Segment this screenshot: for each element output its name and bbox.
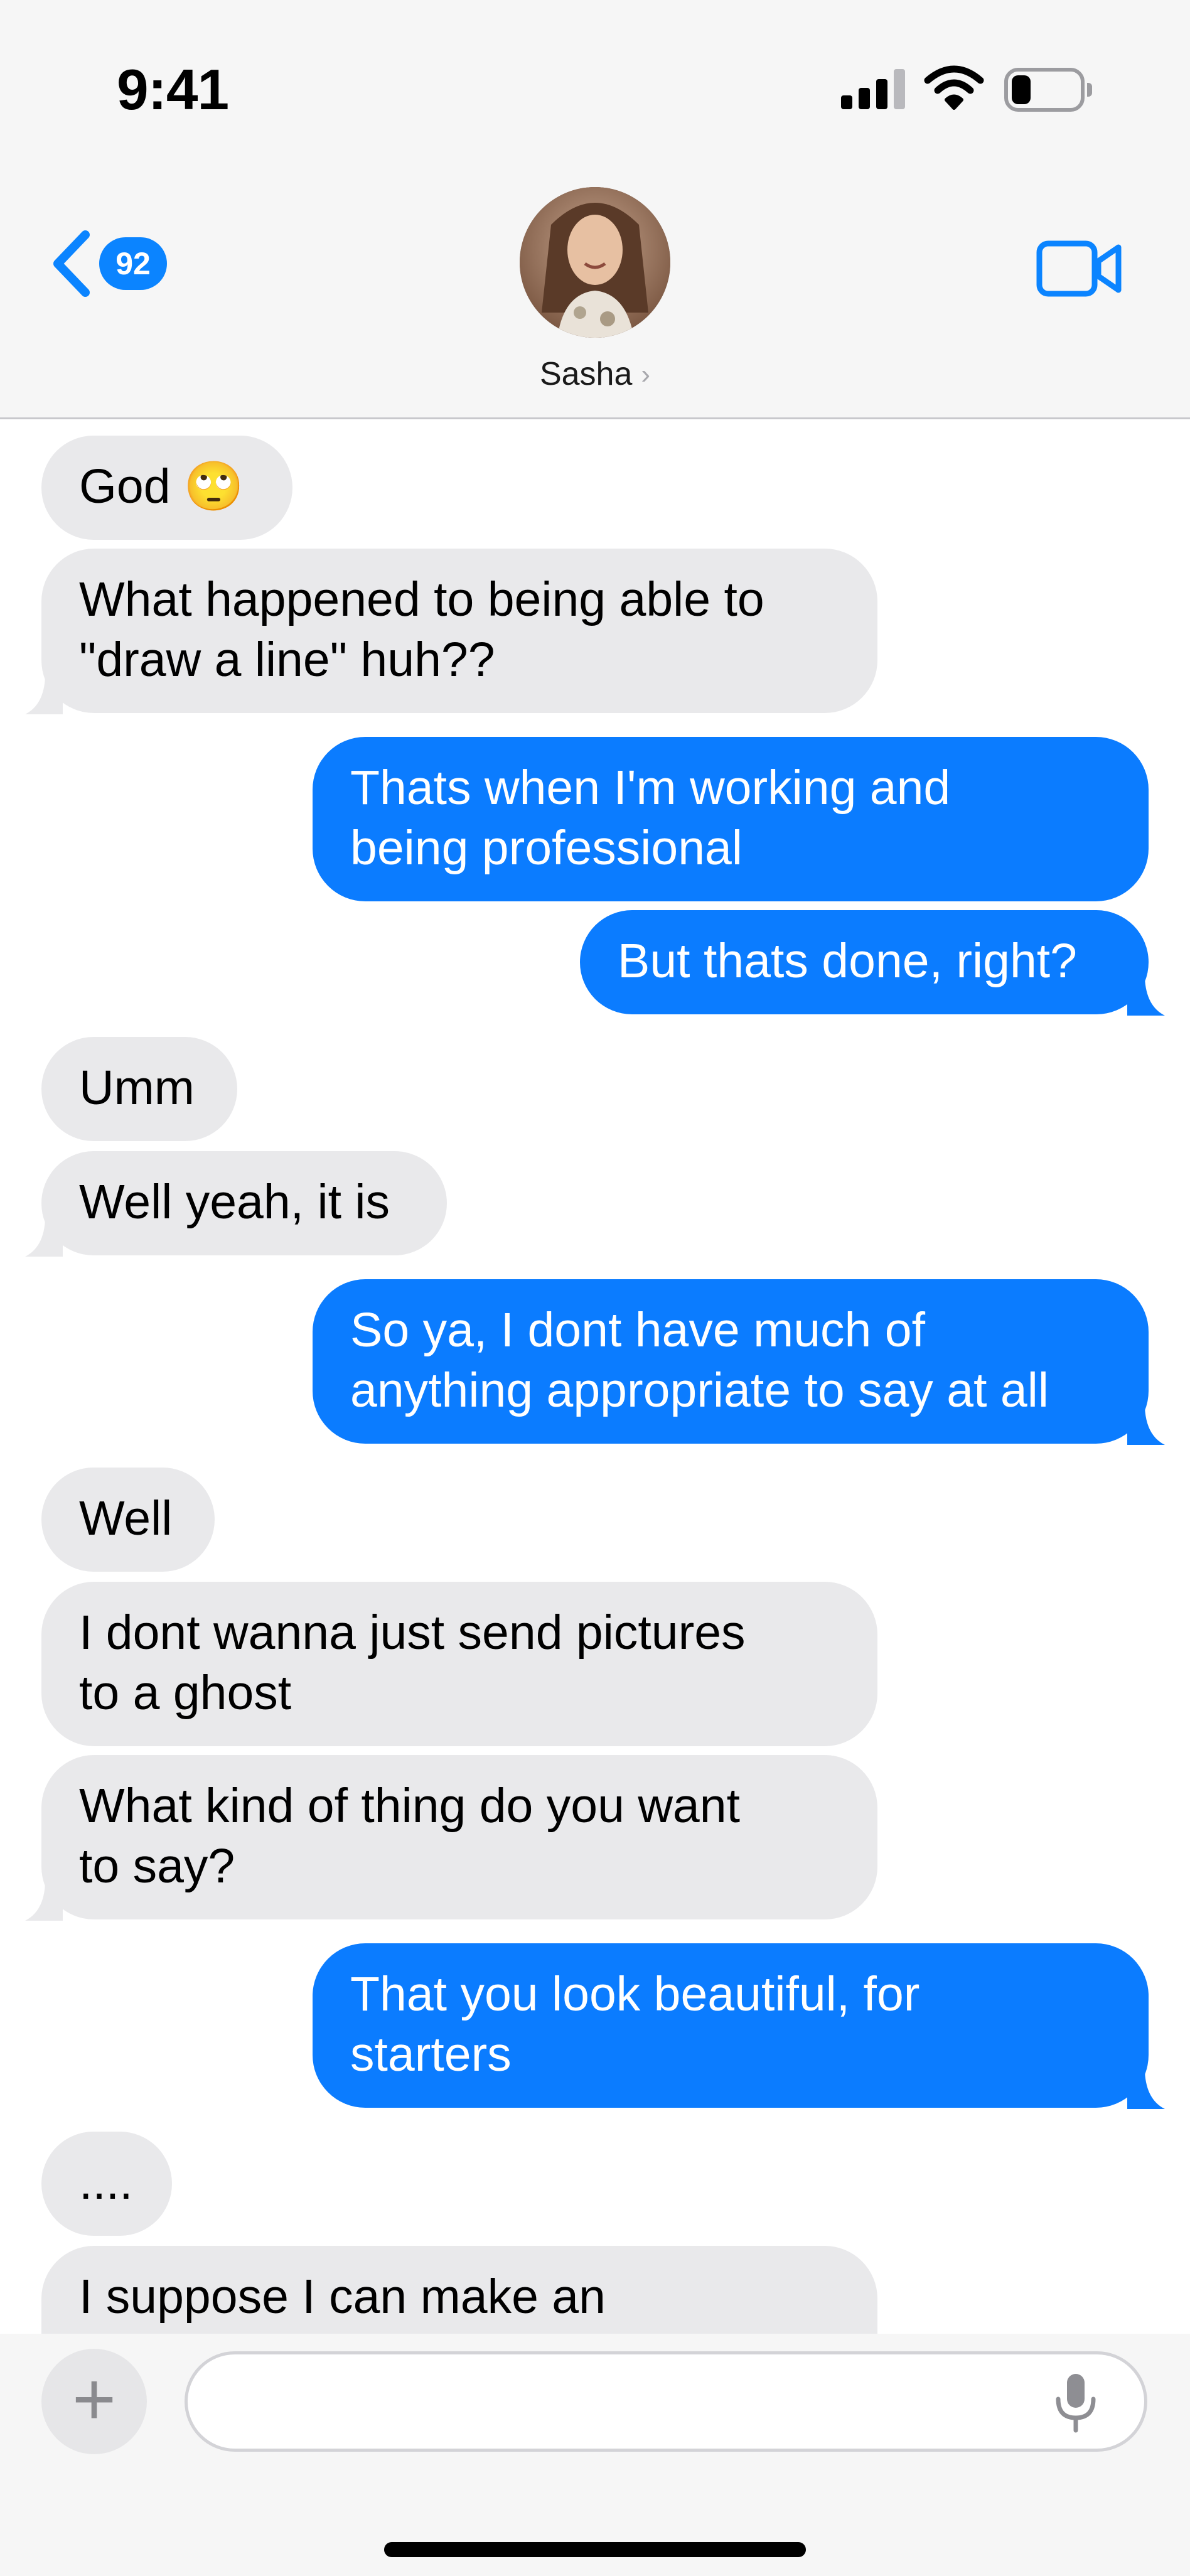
incoming-message[interactable]: What kind of thing do you want to say?	[41, 1755, 877, 1919]
incoming-message[interactable]: Well	[41, 1468, 215, 1572]
top-bar: 9:41 92 Sasha ›	[0, 0, 1190, 419]
status-time: 9:41	[117, 58, 229, 122]
microphone-icon[interactable]	[1052, 2371, 1100, 2434]
incoming-message[interactable]: I suppose I can make an	[41, 2246, 877, 2334]
message-composer: +	[0, 2334, 1190, 2576]
bubble-tail	[25, 1219, 63, 1257]
incoming-message[interactable]: ....	[41, 2132, 172, 2236]
bubble-tail	[1127, 2071, 1165, 2109]
status-bar: 9:41	[0, 0, 1190, 163]
incoming-message[interactable]: I dont wanna just send pictures to a gho…	[41, 1582, 877, 1746]
back-button[interactable]: 92	[49, 226, 174, 301]
outgoing-message[interactable]: So ya, I dont have much of anything appr…	[313, 1279, 1149, 1444]
conversation[interactable]: God 🙄 What happened to being able to "dr…	[0, 419, 1190, 2334]
unread-count-badge: 92	[99, 237, 167, 290]
wifi-icon	[924, 65, 984, 110]
bubble-tail	[1127, 978, 1165, 1016]
outgoing-message[interactable]: But thats done, right?	[580, 910, 1149, 1014]
outgoing-message[interactable]: That you look beautiful, for starters	[313, 1943, 1149, 2108]
conversation-header: 92 Sasha ›	[0, 163, 1190, 419]
incoming-message[interactable]: Umm	[41, 1037, 237, 1141]
bubble-tail	[25, 677, 63, 714]
outgoing-message[interactable]: Thats when I'm working and being profess…	[313, 737, 1149, 901]
battery-icon	[1004, 68, 1092, 112]
video-camera-icon[interactable]	[1036, 237, 1123, 300]
contact-name-button[interactable]: Sasha ›	[0, 355, 1190, 393]
bubble-tail	[25, 1883, 63, 1921]
avatar[interactable]	[520, 187, 670, 338]
incoming-message[interactable]: What happened to being able to "draw a l…	[41, 549, 877, 713]
contact-name: Sasha	[539, 356, 633, 392]
chevron-left-icon	[53, 230, 90, 297]
chevron-right-icon: ›	[641, 359, 651, 390]
plus-icon[interactable]: +	[41, 2349, 147, 2454]
home-indicator[interactable]	[384, 2542, 806, 2557]
incoming-message[interactable]: God 🙄	[41, 436, 292, 540]
cellular-signal-icon	[841, 69, 905, 109]
incoming-message[interactable]: Well yeah, it is	[41, 1151, 447, 1255]
message-input[interactable]	[185, 2351, 1147, 2452]
bubble-tail	[1127, 1407, 1165, 1445]
